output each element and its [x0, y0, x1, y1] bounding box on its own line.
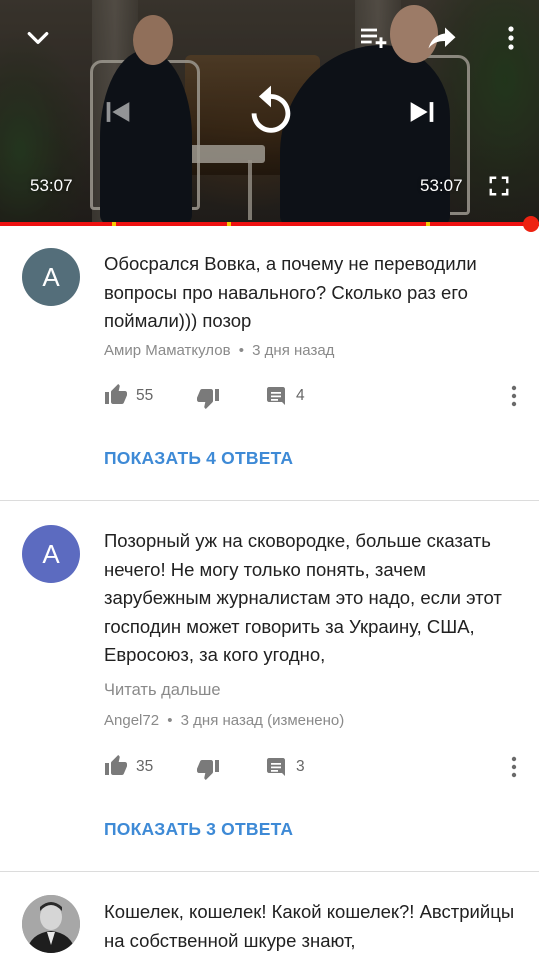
avatar-letter: A [42, 538, 60, 569]
meta-separator: • [238, 342, 244, 359]
comment-meta: Angel72 • 3 дня назад (изменено) [104, 712, 344, 729]
more-vert-icon [511, 385, 517, 407]
thumb-up-icon [105, 384, 127, 404]
like-button[interactable] [104, 383, 130, 409]
avatar-letter: A [42, 261, 60, 292]
skip-previous-icon [106, 102, 130, 122]
comment-text: Кошелек, кошелек! Какой кошелек?! Австри… [104, 901, 515, 951]
current-time: 53:07 [30, 176, 73, 195]
fullscreen-icon [489, 176, 509, 196]
comment-icon [267, 387, 285, 405]
comment-icon [267, 758, 285, 776]
comment-text: Позорный уж на сковородке, больше сказат… [104, 530, 502, 665]
show-replies-button[interactable]: ПОКАЗАТЬ 3 ОТВЕТА [104, 819, 293, 840]
comment-text: Обосрался Вовка, а почему не переводили … [104, 253, 477, 331]
avatar[interactable] [22, 895, 80, 953]
dislike-button[interactable] [196, 386, 222, 412]
avatar[interactable]: A [22, 248, 80, 306]
more-options-button[interactable] [497, 20, 525, 56]
like-count: 35 [136, 758, 154, 775]
fullscreen-button[interactable] [484, 172, 514, 200]
minimize-button[interactable] [20, 20, 56, 56]
comment-menu-button[interactable] [504, 754, 524, 780]
thumb-down-icon [197, 760, 219, 780]
skip-next-icon [410, 102, 434, 122]
comment-item: Кошелек, кошелек! Какой кошелек?! Австри… [0, 872, 539, 960]
comment-actions: 35 3 [0, 754, 539, 784]
comment-item: A Позорный уж на сковородке, больше сказ… [0, 501, 539, 871]
comment-time: 3 дня назад [252, 342, 335, 359]
add-to-queue-button[interactable] [354, 20, 392, 56]
add-to-queue-icon [361, 28, 387, 48]
chevron-down-icon [27, 32, 49, 44]
replay-icon [251, 85, 291, 133]
duration-time: 53:07 [420, 176, 463, 195]
meta-separator: • [167, 712, 173, 729]
comment-time: 3 дня назад (изменено) [180, 712, 345, 729]
reply-count: 4 [296, 387, 305, 404]
like-button[interactable] [104, 754, 130, 780]
video-player[interactable]: 53:07 53:07 [0, 0, 539, 226]
like-count: 55 [136, 387, 154, 404]
show-replies-button[interactable]: ПОКАЗАТЬ 4 ОТВЕТА [104, 448, 293, 469]
reply-button[interactable] [264, 756, 290, 782]
share-button[interactable] [422, 18, 462, 58]
comment-menu-button[interactable] [504, 383, 524, 409]
comment-meta: Амир Маматкулов • 3 дня назад [104, 342, 334, 359]
previous-button[interactable] [98, 92, 138, 132]
reply-count: 3 [296, 758, 305, 775]
comment-item: A Обосрался Вовка, а почему не переводил… [0, 226, 539, 501]
read-more-link[interactable]: Читать дальше [104, 681, 221, 700]
more-vert-icon [508, 26, 514, 50]
reply-button[interactable] [264, 385, 290, 411]
avatar[interactable]: A [22, 525, 80, 583]
comment-author[interactable]: Амир Маматкулов [104, 342, 231, 359]
more-vert-icon [511, 756, 517, 778]
next-button[interactable] [402, 92, 442, 132]
comment-author[interactable]: Angel72 [104, 712, 159, 729]
thumb-down-icon [197, 389, 219, 409]
share-icon [428, 27, 456, 49]
thumb-up-icon [105, 755, 127, 775]
user-photo-icon [22, 895, 80, 953]
comment-actions: 55 4 [0, 383, 539, 413]
replay-button[interactable] [240, 80, 302, 142]
dislike-button[interactable] [196, 757, 222, 783]
